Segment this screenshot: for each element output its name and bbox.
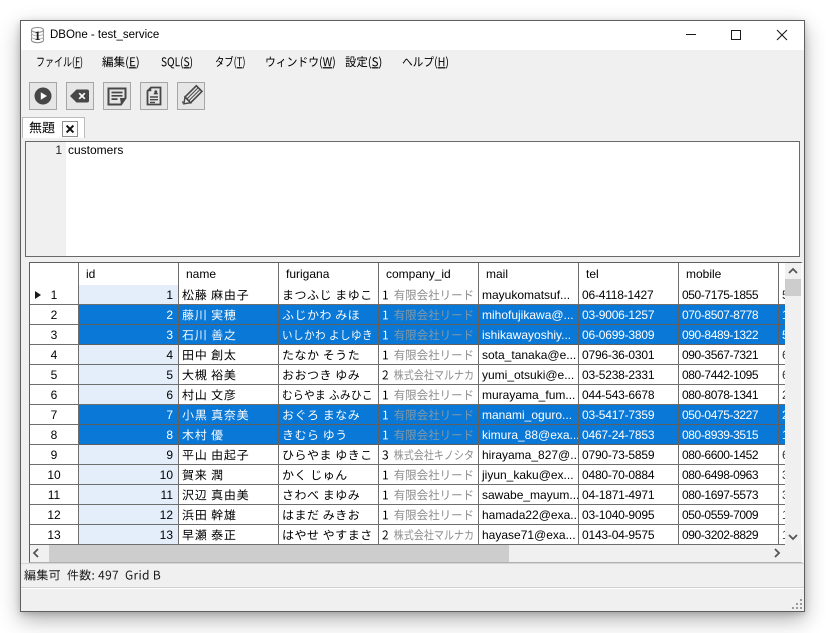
svg-text:1: 1 — [34, 29, 40, 43]
